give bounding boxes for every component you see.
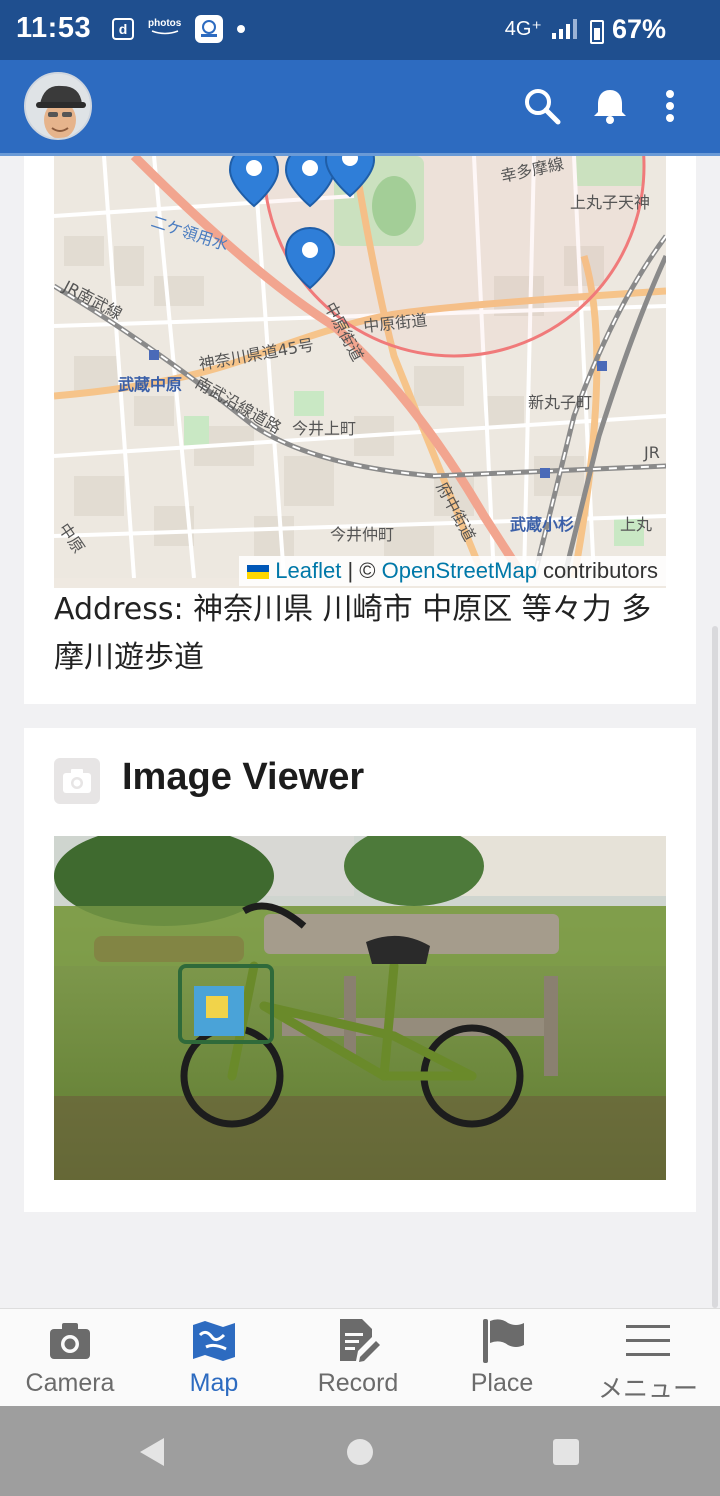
map-tiles: 幸多摩線 上丸子天神 二ケ領用水 JR南武線 神奈川県道45号 中原街道 中原街… <box>54 156 666 578</box>
recents-icon[interactable] <box>552 1438 580 1466</box>
map-label-kamimaru: 上丸 <box>620 515 652 534</box>
image-viewer-title: Image Viewer <box>122 756 365 798</box>
more-notifications-dot <box>237 25 246 33</box>
back-icon[interactable] <box>136 1436 166 1468</box>
scrollbar[interactable] <box>712 626 718 1308</box>
map-label-musashi-nakahara: 武蔵中原 <box>118 375 182 394</box>
photo-image[interactable] <box>54 836 666 1180</box>
status-bar: 11:53 d photos 4G⁺ 67% <box>0 0 720 60</box>
nav-place[interactable]: Place <box>430 1309 574 1407</box>
osm-link[interactable]: OpenStreetMap <box>382 558 537 583</box>
nav-map-label: Map <box>189 1369 239 1397</box>
bottom-nav: Camera Map Record Place メニュー <box>0 1308 720 1406</box>
map-label-shinmaruko: 新丸子町 <box>528 393 592 412</box>
camera-icon <box>54 758 100 804</box>
nav-record-label: Record <box>317 1369 399 1397</box>
map-attribution: Leaflet | © OpenStreetMap contributors <box>239 556 666 586</box>
photos-label: photos <box>148 18 182 29</box>
camera-icon <box>50 1323 90 1359</box>
avatar[interactable] <box>24 72 92 140</box>
home-icon[interactable] <box>346 1438 374 1466</box>
nav-place-label: Place <box>470 1369 534 1397</box>
image-viewer-card: Image Viewer <box>24 728 696 1212</box>
nav-camera-label: Camera <box>25 1369 115 1397</box>
search-icon[interactable] <box>522 86 562 126</box>
map-label-imai-nakamachi: 今井仲町 <box>330 525 394 544</box>
map-label-imai-kamicho: 今井上町 <box>292 419 356 438</box>
bell-icon[interactable] <box>590 86 630 126</box>
nav-record[interactable]: Record <box>286 1309 430 1407</box>
map-label-jr: JR <box>643 443 660 462</box>
attribution-contributors: contributors <box>536 558 658 583</box>
ukraine-flag-icon <box>247 565 270 580</box>
d-app-icon: d <box>112 18 134 40</box>
signal-icon <box>552 18 577 39</box>
map-card: 幸多摩線 上丸子天神 二ケ領用水 JR南武線 神奈川県道45号 中原街道 中原街… <box>24 156 696 704</box>
map-label-musashi-kosugi: 武蔵小杉 <box>510 515 574 534</box>
app-notification-icon <box>195 15 224 43</box>
nav-map[interactable]: Map <box>142 1309 286 1407</box>
nav-menu-label: メニュー <box>597 1375 698 1403</box>
attribution-separator: | © <box>341 558 382 583</box>
record-icon <box>340 1319 380 1362</box>
notification-icons: d photos <box>112 15 246 43</box>
more-vert-icon[interactable] <box>658 86 682 126</box>
status-time: 11:53 <box>16 12 92 44</box>
main-content[interactable]: 幸多摩線 上丸子天神 二ケ領用水 JR南武線 神奈川県道45号 中原街道 中原街… <box>0 156 720 1308</box>
flag-icon <box>483 1319 524 1363</box>
address-text: Address: 神奈川県 川崎市 中原区 等々力 多摩川遊歩道 <box>54 592 652 675</box>
menu-icon <box>626 1325 670 1356</box>
battery-icon <box>590 18 604 44</box>
nav-camera[interactable]: Camera <box>0 1309 142 1407</box>
location-map[interactable]: 幸多摩線 上丸子天神 二ケ領用水 JR南武線 神奈川県道45号 中原街道 中原街… <box>54 156 666 588</box>
leaflet-link[interactable]: Leaflet <box>275 558 341 583</box>
amazon-photos-icon: photos <box>148 19 181 39</box>
map-icon <box>193 1321 235 1361</box>
map-label-kamimaruko-tenjin: 上丸子天神 <box>570 193 650 212</box>
battery-percent: 67% <box>611 14 666 44</box>
network-type: 4G⁺ <box>504 18 542 40</box>
network-status: 4G⁺ <box>505 16 580 41</box>
system-nav-bar <box>0 1406 720 1496</box>
nav-menu[interactable]: メニュー <box>576 1309 720 1407</box>
app-bar <box>0 60 720 156</box>
